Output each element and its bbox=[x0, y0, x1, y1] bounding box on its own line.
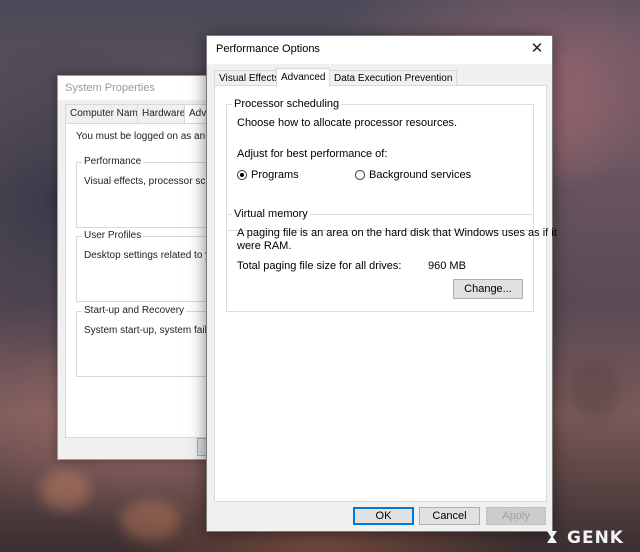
radio-programs-label: Programs bbox=[251, 169, 299, 181]
tab-computer-name[interactable]: Computer Name bbox=[65, 104, 149, 123]
cancel-button[interactable]: Cancel bbox=[419, 507, 480, 525]
radio-background-services[interactable]: Background services bbox=[355, 169, 471, 181]
background-bokeh bbox=[40, 470, 90, 510]
tab-advanced-active[interactable]: Advanced bbox=[276, 68, 331, 87]
background-bokeh bbox=[570, 360, 620, 420]
background-bokeh bbox=[120, 500, 180, 540]
apply-button[interactable]: Apply bbox=[486, 507, 546, 525]
performance-legend: Performance bbox=[82, 156, 144, 167]
advanced-tab-panel: Processor scheduling Choose how to alloc… bbox=[214, 85, 557, 502]
processor-scheduling-legend: Processor scheduling bbox=[232, 98, 342, 110]
startup-recovery-legend: Start-up and Recovery bbox=[82, 305, 187, 316]
adjust-performance-label: Adjust for best performance of: bbox=[237, 148, 388, 160]
user-profiles-description: Desktop settings related to your bbox=[84, 250, 225, 261]
close-button[interactable]: ✕ bbox=[522, 36, 552, 62]
performance-options-titlebar[interactable]: Performance Options ✕ bbox=[207, 36, 552, 64]
performance-options-dialog[interactable]: Performance Options ✕ Visual Effects Adv… bbox=[206, 35, 557, 532]
virtual-memory-group: Virtual memory A paging file is an area … bbox=[226, 208, 557, 312]
virtual-memory-legend: Virtual memory bbox=[232, 208, 310, 220]
genk-watermark: GENK bbox=[545, 527, 630, 548]
radio-unselected-icon bbox=[355, 170, 365, 180]
watermark-text: GENK bbox=[567, 528, 624, 548]
processor-scheduling-description: Choose how to allocate processor resourc… bbox=[237, 117, 458, 129]
tab-hardware[interactable]: Hardware bbox=[137, 104, 191, 123]
radio-selected-icon bbox=[237, 170, 247, 180]
genk-logo-icon bbox=[547, 531, 557, 543]
radio-programs[interactable]: Programs bbox=[237, 169, 299, 181]
dialog-title: Performance Options bbox=[216, 43, 320, 55]
change-button[interactable]: Change... bbox=[453, 279, 523, 299]
user-profiles-legend: User Profiles bbox=[82, 230, 144, 241]
virtual-memory-description-line1: A paging file is an area on the hard dis… bbox=[237, 227, 557, 239]
virtual-memory-description-line2: were RAM. bbox=[237, 240, 292, 252]
total-paging-file-value: 960 MB bbox=[428, 260, 466, 272]
system-properties-title: System Properties bbox=[65, 82, 155, 94]
total-paging-file-label: Total paging file size for all drives: bbox=[237, 260, 402, 272]
ok-button[interactable]: OK bbox=[353, 507, 414, 525]
radio-background-services-label: Background services bbox=[369, 169, 472, 181]
close-icon: ✕ bbox=[530, 40, 544, 57]
